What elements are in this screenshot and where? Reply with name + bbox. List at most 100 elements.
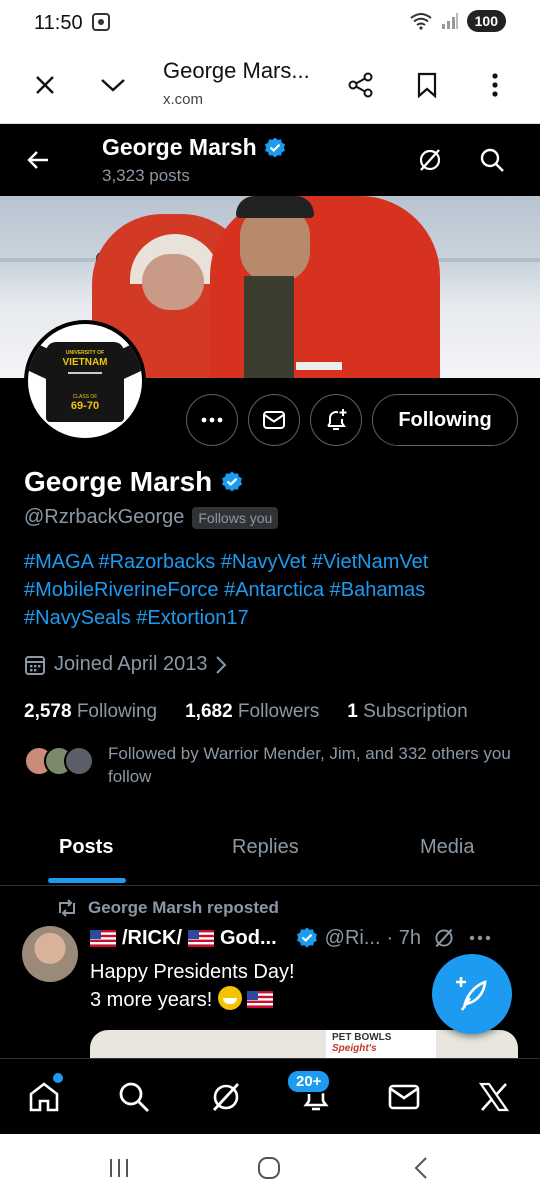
- profile-bio: #MAGA #Razorbacks #NavyVet #VietNamVet #…: [24, 548, 524, 632]
- tab-posts[interactable]: Posts: [59, 836, 113, 859]
- feather-plus-icon: [456, 977, 487, 1011]
- search-icon[interactable]: [114, 1077, 154, 1117]
- active-tab-indicator: [48, 878, 126, 883]
- status-bar: 11:50 100: [0, 0, 540, 46]
- following-stat[interactable]: 2,578 Following: [24, 701, 157, 723]
- screen-record-icon: [92, 13, 110, 31]
- back-arrow-icon[interactable]: [20, 142, 56, 178]
- grinning-emoji-icon: [217, 986, 242, 1010]
- followed-by[interactable]: Followed by Warrior Mender, Jim, and 332…: [24, 742, 524, 792]
- system-navigation-bar: [0, 1134, 540, 1200]
- bottom-navigation: 20+: [0, 1058, 540, 1134]
- shirt-line-4: 69-70: [70, 400, 100, 412]
- us-flag-icon: [90, 929, 116, 947]
- header-name-text: George Marsh: [102, 134, 257, 160]
- profile-avatar[interactable]: UNIVERSITY OF VIETNAM CLASS OF 69-70: [24, 320, 146, 442]
- bio-hashtags-line[interactable]: #MAGA #Razorbacks #NavyVet #VietNamVet: [24, 548, 524, 576]
- following-count: 2,578: [24, 701, 72, 722]
- grok-icon[interactable]: [433, 927, 455, 949]
- battery-indicator: 100: [466, 10, 506, 32]
- page-title: George Mars...: [163, 58, 310, 83]
- page-url: x.com: [163, 91, 204, 108]
- notifications-badge: 20+: [286, 1069, 332, 1094]
- media-sign-text: Speight's: [332, 1043, 377, 1054]
- more-options-button[interactable]: [186, 394, 238, 446]
- post-time: · 7h: [386, 926, 421, 949]
- post-text-line-2: 3 more years!: [90, 986, 295, 1014]
- shirt-rifles: [68, 372, 102, 390]
- banner-scarf: [244, 276, 294, 378]
- banner-person-right: [210, 196, 440, 378]
- home-icon[interactable]: [24, 1077, 64, 1117]
- profile-tabs: Posts Replies Media: [0, 818, 540, 886]
- x-logo-icon[interactable]: [474, 1077, 514, 1117]
- tab-replies[interactable]: Replies: [232, 836, 299, 859]
- following-label: Following: [76, 701, 158, 722]
- more-horizontal-icon[interactable]: [469, 935, 491, 941]
- subscription-stat[interactable]: 1 Subscription: [347, 701, 467, 723]
- joined-text: Joined April 2013: [54, 653, 208, 675]
- profile-name: George Marsh: [24, 466, 244, 498]
- profile-handle-row: @RzrbackGeorge Follows you: [24, 506, 279, 529]
- calendar-icon: [25, 655, 45, 675]
- followers-stat[interactable]: 1,682 Followers: [185, 701, 319, 723]
- followers-count: 1,682: [185, 701, 233, 722]
- verified-badge-icon[interactable]: [220, 470, 244, 494]
- post-author-avatar[interactable]: [22, 926, 78, 982]
- search-icon[interactable]: [474, 142, 510, 178]
- followers-label: Followers: [237, 701, 320, 722]
- grok-icon[interactable]: [206, 1077, 246, 1117]
- grok-icon[interactable]: [412, 142, 448, 178]
- banner-face: [142, 254, 204, 310]
- avatar-shirt: UNIVERSITY OF VIETNAM CLASS OF 69-70: [46, 342, 124, 422]
- subscription-count: 1: [347, 701, 358, 722]
- status-time: 11:50: [34, 12, 83, 34]
- more-vertical-icon[interactable]: [476, 66, 514, 104]
- profile-header: George Marsh 3,323 posts: [0, 124, 540, 196]
- repost-label: George Marsh reposted: [88, 898, 279, 917]
- post-count: 3,323 posts: [102, 166, 190, 185]
- repost-icon: [59, 899, 75, 917]
- system-back-icon[interactable]: [406, 1154, 436, 1182]
- joined-date[interactable]: Joined April 2013: [24, 653, 227, 676]
- post-text: Happy Presidents Day! 3 more years!: [90, 958, 295, 1014]
- shirt-line-1: UNIVERSITY OF: [65, 350, 105, 356]
- shirt-line-2: VIETNAM: [62, 357, 108, 368]
- post-header: /RICK/ God... @Ri... · 7h: [90, 926, 491, 950]
- banner-hat: [236, 196, 314, 218]
- compose-post-button[interactable]: [432, 954, 512, 1034]
- status-icons: 100: [409, 10, 506, 32]
- follows-you-badge: Follows you: [192, 506, 279, 529]
- chevron-right-icon: [216, 655, 227, 674]
- banner-badge: [296, 362, 342, 370]
- message-button[interactable]: [248, 394, 300, 446]
- bio-hashtags-line[interactable]: #NavySeals #Extortion17: [24, 604, 524, 632]
- mail-icon[interactable]: [384, 1077, 424, 1117]
- share-icon[interactable]: [342, 66, 380, 104]
- profile-handle: @RzrbackGeorge: [24, 506, 185, 528]
- home-unread-dot: [53, 1073, 63, 1083]
- verified-badge-icon: [264, 137, 285, 157]
- repost-indicator: George Marsh reposted: [56, 898, 279, 918]
- browser-toolbar: George Mars... x.com: [0, 46, 540, 124]
- post-author-name[interactable]: /RICK/: [122, 927, 182, 950]
- bookmark-icon[interactable]: [408, 66, 446, 104]
- profile-name-text: George Marsh: [24, 466, 213, 497]
- us-flag-icon: [188, 929, 214, 947]
- post-text-line: Happy Presidents Day!: [90, 961, 295, 983]
- post-text-line: 3 more years!: [90, 989, 213, 1011]
- us-flag-icon: [247, 991, 274, 1008]
- post-author-handle[interactable]: @Ri...: [325, 927, 381, 950]
- post-author-name-suffix[interactable]: God...: [220, 927, 277, 950]
- close-icon[interactable]: [26, 66, 64, 104]
- tab-media[interactable]: Media: [420, 836, 474, 859]
- profile-stats: 2,578 Following 1,682 Followers 1 Subscr…: [24, 701, 468, 723]
- bell-plus-icon: [327, 409, 347, 430]
- recent-apps-icon[interactable]: [104, 1154, 134, 1182]
- home-circle-icon[interactable]: [254, 1154, 284, 1182]
- notify-button[interactable]: [310, 394, 362, 446]
- following-button[interactable]: Following: [372, 394, 518, 446]
- mail-icon: [263, 411, 285, 429]
- bio-hashtags-line[interactable]: #MobileRiverineForce #Antarctica #Bahama…: [24, 576, 524, 604]
- chevron-down-icon[interactable]: [94, 66, 132, 104]
